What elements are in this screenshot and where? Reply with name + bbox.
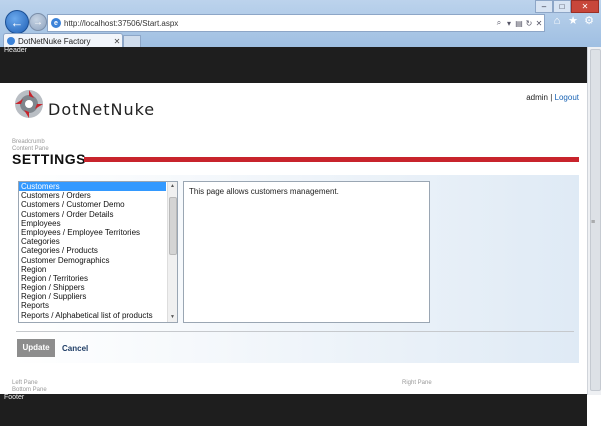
update-button[interactable]: Update [17,339,55,357]
list-item[interactable]: Customers / Order Details [19,210,166,219]
link-separator: | [550,93,553,102]
list-item[interactable]: Customer Demographics [19,256,166,265]
ie-icon: e [51,18,61,28]
arrow-left-icon: ← [10,14,24,30]
url-text: http://localhost:37506/Start.aspx [64,18,179,28]
list-item[interactable]: Employees / Employee Territories [19,228,166,237]
user-links: admin | Logout [526,93,579,102]
new-tab-button[interactable] [123,35,141,47]
breadcrumb-pane-label: Breadcrumb [12,139,45,145]
description-text: This page allows customers management. [189,187,339,196]
list-item[interactable]: Reports / Alphabetical list of products [19,311,166,320]
tab-title: DotNetNuke Factory [18,36,91,46]
restore-button[interactable]: □ [553,0,571,13]
logout-link[interactable]: Logout [555,93,579,102]
scroll-up-icon[interactable]: ▲ [168,182,177,191]
list-item[interactable]: Region / Suppliers [19,292,166,301]
browser-tab[interactable]: DotNetNuke Factory ✕ [3,33,123,48]
browser-chrome: ← → e http://localhost:37506/Start.aspx … [0,0,601,48]
list-item[interactable]: Customers / Customer Demo [19,200,166,209]
logo-text: DotNetNuke [48,100,156,119]
close-window-button[interactable]: ✕ [571,0,599,13]
admin-link[interactable]: admin [526,93,548,102]
tab-close-icon[interactable]: ✕ [112,37,122,46]
compatibility-icon[interactable]: ▤ [514,19,524,28]
title-divider [84,157,579,162]
dropdown-icon[interactable]: ▾ [504,19,514,28]
page-title: SETTINGS [12,151,87,167]
bottom-pane-label: Bottom Pane [12,387,47,393]
list-item[interactable]: Reports [19,301,166,310]
scroll-down-icon[interactable]: ▼ [168,313,177,322]
footer-pane: Footer [0,394,587,426]
listbox-items: Customers Customers / Orders Customers /… [19,182,177,320]
address-bar[interactable]: e http://localhost:37506/Start.aspx ⌕ ▾ … [47,14,545,32]
dotnetnuke-gear-icon [15,90,43,118]
dotnetnuke-logo[interactable]: DotNetNuke [12,87,182,127]
header-label: Header [4,47,27,54]
list-item[interactable]: Categories [19,237,166,246]
description-panel: This page allows customers management. [183,181,430,323]
gear-icon[interactable]: ⚙ [583,15,595,27]
footer-label: Footer [4,394,25,401]
listbox-scrollbar-thumb[interactable] [169,197,177,255]
grip-icon: ≡ [591,219,596,226]
list-item[interactable]: Region / Shippers [19,283,166,292]
header-pane: Header [0,47,587,83]
list-item[interactable]: Customers [19,182,166,192]
list-item[interactable]: Region / Territories [19,274,166,283]
right-pane-label: Right Pane [402,380,432,386]
window-controls: – □ ✕ [535,0,599,13]
form-divider [16,331,574,332]
favorites-star-icon[interactable]: ★ [567,15,579,27]
back-button[interactable]: ← [5,10,29,34]
listbox-scrollbar[interactable]: ▲ ▼ [167,182,177,322]
refresh-icon[interactable]: ↻ [524,19,534,28]
minimize-button[interactable]: – [535,0,553,13]
page-scrollbar[interactable]: ≡ [587,47,601,395]
forward-button[interactable]: → [29,13,47,31]
arrow-right-icon: → [33,16,43,28]
list-item[interactable]: Categories / Products [19,246,166,255]
search-icon[interactable]: ⌕ [494,18,504,28]
close-icon[interactable]: ✕ [534,19,544,28]
left-pane-label: Left Pane [12,380,38,386]
list-item[interactable]: Customers / Orders [19,191,166,200]
settings-listbox[interactable]: Customers Customers / Orders Customers /… [18,181,178,323]
cancel-link[interactable]: Cancel [62,344,88,353]
list-item[interactable]: Employees [19,219,166,228]
list-item[interactable]: Region [19,265,166,274]
ie-icon [7,37,15,45]
home-icon[interactable]: ⌂ [551,15,563,27]
